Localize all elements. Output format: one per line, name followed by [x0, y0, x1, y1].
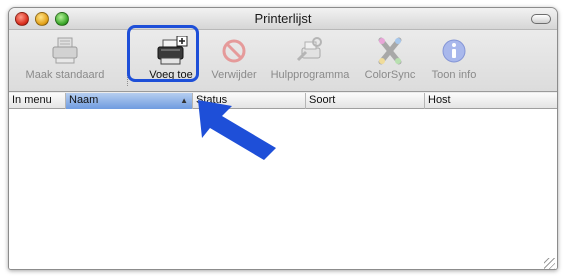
column-kind[interactable]: Soort — [306, 93, 425, 109]
table-header: In menu Naam ▲ Status Soort Host — [9, 93, 557, 109]
colorsync-label: ColorSync — [364, 69, 416, 81]
window-title: Printerlijst — [254, 11, 312, 26]
column-host[interactable]: Host — [425, 93, 557, 109]
column-in-menu[interactable]: In menu — [9, 93, 66, 109]
sort-ascending-icon: ▲ — [180, 96, 188, 105]
printer-table: In menu Naam ▲ Status Soort Host — [9, 93, 557, 269]
column-name[interactable]: Naam ▲ — [66, 93, 193, 109]
toolbar: Maak standaard Voeg toe Verwijder Hulppr… — [9, 30, 557, 92]
title-bar: Printerlijst — [9, 8, 557, 30]
delete-printer-label: Verwijder — [211, 69, 257, 81]
delete-printer-icon — [222, 39, 246, 63]
printer-default-icon — [52, 37, 78, 64]
utility-icon — [296, 37, 322, 62]
make-default-label: Maak standaard — [25, 69, 105, 81]
colorsync-icon — [378, 37, 402, 65]
colorsync-button[interactable]: ColorSync — [358, 34, 422, 88]
column-name-label: Naam — [69, 94, 99, 106]
toolbar-toggle-button[interactable] — [531, 14, 551, 24]
utility-button[interactable]: Hulpprogramma — [264, 34, 356, 88]
add-button-highlight — [127, 25, 199, 82]
pointer-arrow-icon — [198, 100, 276, 160]
printer-list-window: Printerlijst Maak standaard Voeg toe Ver… — [8, 7, 558, 270]
show-info-label: Toon info — [431, 69, 477, 81]
info-icon — [442, 39, 466, 63]
delete-printer-button[interactable]: Verwijder — [205, 34, 263, 88]
window-resize-grip[interactable] — [544, 258, 555, 269]
show-info-button[interactable]: Toon info — [423, 34, 485, 88]
utility-label: Hulpprogramma — [270, 69, 350, 81]
make-default-button[interactable]: Maak standaard — [11, 34, 119, 88]
